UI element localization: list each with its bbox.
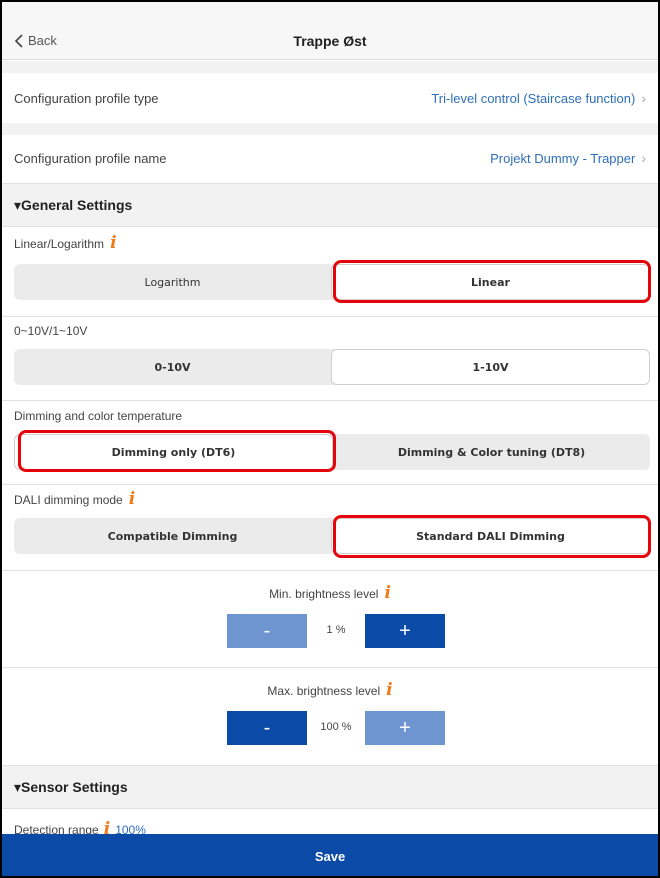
divider xyxy=(2,400,658,401)
profile-type-value: Tri-level control (Staircase function) xyxy=(431,90,636,106)
linear-log-label-row: Linear/Logarithm i xyxy=(14,235,117,252)
option-1-10v[interactable]: 1-10V xyxy=(331,349,650,385)
dimming-color-label: Dimming and color temperature xyxy=(14,409,183,423)
page-title: Trappe Øst xyxy=(293,33,367,49)
min-brightness-increase-button[interactable]: + xyxy=(365,614,445,648)
max-brightness-value: 100 % xyxy=(320,721,352,733)
navigation-bar: Back Trappe Øst xyxy=(2,2,658,60)
profile-name-label: Configuration profile name xyxy=(14,150,167,166)
save-button[interactable]: Save xyxy=(2,834,658,876)
option-compatible-dimming[interactable]: Compatible Dimming xyxy=(14,518,331,554)
divider xyxy=(2,667,658,668)
option-0-10v[interactable]: 0-10V xyxy=(14,349,331,385)
spacer xyxy=(2,61,658,73)
info-icon[interactable]: i xyxy=(384,585,390,602)
chevron-right-icon: › xyxy=(641,150,646,166)
max-brightness-increase-button[interactable]: + xyxy=(365,711,445,745)
divider xyxy=(2,316,658,317)
dali-mode-label-row: DALI dimming mode i xyxy=(14,491,135,508)
divider xyxy=(2,570,658,571)
max-brightness-decrease-button[interactable]: - xyxy=(227,711,307,745)
option-dimming-only[interactable]: Dimming only (DT6) xyxy=(14,434,333,470)
info-icon[interactable]: i xyxy=(110,235,116,252)
option-logarithm[interactable]: Logarithm xyxy=(14,264,331,300)
min-brightness-value: 1 % xyxy=(326,624,346,636)
chevron-right-icon: › xyxy=(641,90,646,106)
min-brightness-label: Min. brightness level xyxy=(269,586,379,601)
sensor-settings-header[interactable]: ▾Sensor Settings xyxy=(2,765,658,809)
linear-log-label: Linear/Logarithm xyxy=(14,236,105,251)
profile-type-row[interactable]: Configuration profile type Tri-level con… xyxy=(2,73,658,123)
profile-name-row[interactable]: Configuration profile name Projekt Dummy… xyxy=(2,135,658,181)
profile-type-label: Configuration profile type xyxy=(14,90,159,106)
dimming-color-label-row: Dimming and color temperature xyxy=(14,409,182,423)
min-brightness-decrease-button[interactable]: - xyxy=(227,614,307,648)
max-brightness-label-row: Max. brightness level i xyxy=(2,682,658,699)
option-standard-dali-dimming[interactable]: Standard DALI Dimming xyxy=(331,518,650,554)
voltage-label-row: 0~10V/1~10V xyxy=(14,324,87,338)
info-icon[interactable]: i xyxy=(129,491,135,508)
spacer xyxy=(2,123,658,135)
linear-log-segmented-control: Logarithm Linear xyxy=(14,264,650,300)
divider xyxy=(2,484,658,485)
option-linear[interactable]: Linear xyxy=(331,264,650,300)
dali-mode-segmented-control: Compatible Dimming Standard DALI Dimming xyxy=(14,518,650,554)
min-brightness-label-row: Min. brightness level i xyxy=(2,585,658,602)
dimming-color-segmented-control: Dimming only (DT6) Dimming & Color tunin… xyxy=(14,434,650,470)
voltage-label: 0~10V/1~10V xyxy=(14,324,88,338)
dali-mode-label: DALI dimming mode xyxy=(14,492,123,507)
app-frame: Back Trappe Øst Configuration profile ty… xyxy=(0,0,660,878)
option-dimming-color-tuning[interactable]: Dimming & Color tuning (DT8) xyxy=(333,434,650,470)
max-brightness-label: Max. brightness level xyxy=(267,683,381,698)
voltage-segmented-control: 0-10V 1-10V xyxy=(14,349,650,385)
info-icon[interactable]: i xyxy=(386,682,392,699)
profile-name-value: Projekt Dummy - Trapper xyxy=(490,150,636,166)
general-settings-header[interactable]: ▾General Settings xyxy=(2,183,658,227)
